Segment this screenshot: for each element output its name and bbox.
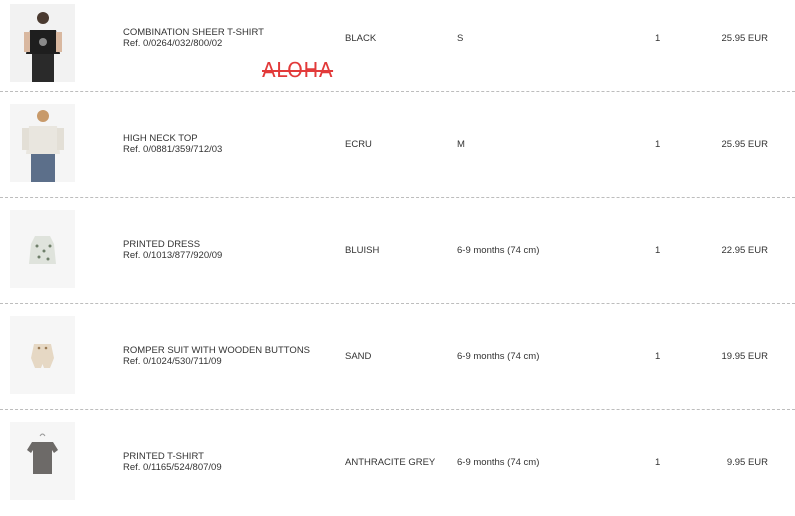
product-info: PRINTED DRESS Ref. 0/1013/877/920/09 <box>123 239 222 261</box>
product-price: 22.95 EUR <box>721 245 768 256</box>
product-quantity[interactable]: 1 <box>655 139 660 150</box>
product-ref: Ref. 0/1165/524/807/09 <box>123 462 222 473</box>
product-color: BLUISH <box>345 245 380 256</box>
product-size: S <box>457 33 464 44</box>
product-quantity[interactable]: 1 <box>655 351 660 362</box>
product-size: 6-9 months (74 cm) <box>457 457 540 468</box>
product-size: 6-9 months (74 cm) <box>457 351 540 362</box>
baby-sand-romper-icon <box>10 316 75 394</box>
product-color: BLACK <box>345 33 377 44</box>
product-color: SAND <box>345 351 372 362</box>
baby-grey-printed-tshirt-icon <box>10 422 75 500</box>
cart-item-row[interactable]: HIGH NECK TOP Ref. 0/0881/359/712/03 ECR… <box>0 92 795 198</box>
product-ref: Ref. 0/0881/359/712/03 <box>123 144 223 155</box>
aloha-stamp: ALOHA <box>262 58 334 82</box>
product-price: 25.95 EUR <box>721 33 768 44</box>
product-price: 19.95 EUR <box>721 351 768 362</box>
product-quantity[interactable]: 1 <box>655 245 660 256</box>
woman-black-sheer-tshirt-icon <box>10 4 75 82</box>
product-info: COMBINATION SHEER T-SHIRT Ref. 0/0264/03… <box>123 27 264 49</box>
product-name[interactable]: ROMPER SUIT WITH WOODEN BUTTONS <box>123 345 310 356</box>
baby-printed-dress-icon <box>10 210 75 288</box>
cart-item-row[interactable]: COMBINATION SHEER T-SHIRT Ref. 0/0264/03… <box>0 0 795 92</box>
shopping-cart-list: COMBINATION SHEER T-SHIRT Ref. 0/0264/03… <box>0 0 795 500</box>
product-image[interactable] <box>10 316 75 394</box>
product-name[interactable]: PRINTED DRESS <box>123 239 222 250</box>
product-name[interactable]: HIGH NECK TOP <box>123 133 222 144</box>
product-ref: Ref. 0/0264/032/800/02 <box>123 38 223 49</box>
product-info: PRINTED T-SHIRT Ref. 0/1165/524/807/09 <box>123 451 222 473</box>
product-quantity[interactable]: 1 <box>655 457 660 468</box>
cart-item-row[interactable]: PRINTED T-SHIRT Ref. 0/1165/524/807/09 A… <box>0 410 795 516</box>
cart-item-row[interactable]: ROMPER SUIT WITH WOODEN BUTTONS Ref. 0/1… <box>0 304 795 410</box>
product-image[interactable] <box>10 422 75 500</box>
product-name[interactable]: PRINTED T-SHIRT <box>123 451 222 462</box>
product-quantity[interactable]: 1 <box>655 33 660 44</box>
product-size: M <box>457 139 465 150</box>
product-color: ECRU <box>345 139 372 150</box>
cart-item-row[interactable]: PRINTED DRESS Ref. 0/1013/877/920/09 BLU… <box>0 198 795 304</box>
product-info: ROMPER SUIT WITH WOODEN BUTTONS Ref. 0/1… <box>123 345 310 367</box>
product-image[interactable] <box>10 104 75 182</box>
product-ref: Ref. 0/1013/877/920/09 <box>123 250 223 261</box>
product-name[interactable]: COMBINATION SHEER T-SHIRT <box>123 27 264 38</box>
product-ref: Ref. 0/1024/530/711/09 <box>123 356 222 367</box>
woman-ecru-high-neck-top-icon <box>10 104 75 182</box>
product-info: HIGH NECK TOP Ref. 0/0881/359/712/03 <box>123 133 222 155</box>
product-image[interactable] <box>10 210 75 288</box>
product-price: 25.95 EUR <box>721 139 768 150</box>
product-color: ANTHRACITE GREY <box>345 457 436 468</box>
product-price: 9.95 EUR <box>726 457 768 468</box>
product-image[interactable] <box>10 4 75 82</box>
product-size: 6-9 months (74 cm) <box>457 245 540 256</box>
